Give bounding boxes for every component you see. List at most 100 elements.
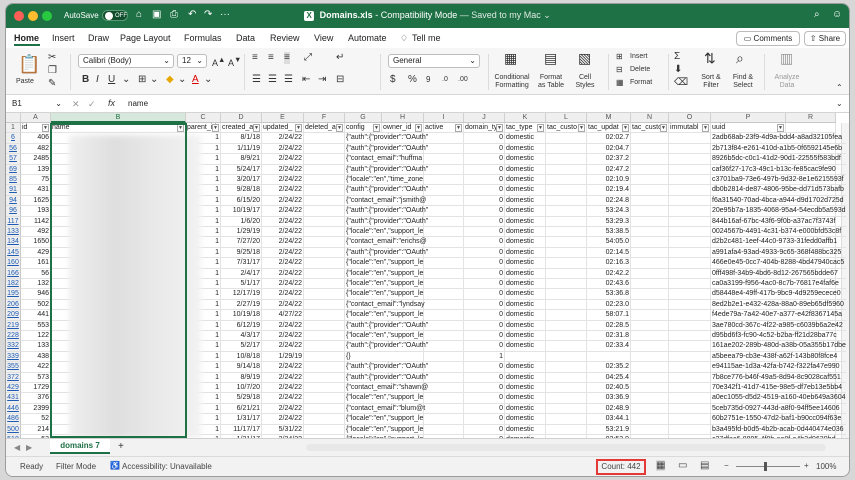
table-cell[interactable]: [546, 424, 587, 435]
row-header[interactable]: 486: [6, 414, 21, 425]
table-cell[interactable]: domestic: [505, 227, 546, 238]
filter-dropdown-icon[interactable]: ▼: [253, 124, 260, 132]
increase-indent-icon[interactable]: ⇥: [318, 74, 326, 86]
table-cell[interactable]: [669, 279, 711, 290]
table-cell[interactable]: 5/1/17: [221, 279, 262, 290]
table-cell[interactable]: domestic: [505, 154, 546, 165]
tab-draw[interactable]: Draw: [88, 33, 109, 43]
header-cell[interactable]: active ▼: [424, 123, 464, 134]
table-cell[interactable]: 161: [21, 258, 51, 269]
filter-dropdown-icon[interactable]: ▼: [212, 124, 219, 132]
table-cell[interactable]: 193: [21, 206, 51, 217]
table-cell[interactable]: 10/19/18: [221, 310, 262, 321]
table-cell[interactable]: 02:48.9: [587, 403, 631, 415]
normal-view-icon[interactable]: ▦: [656, 460, 666, 471]
table-cell[interactable]: 02:42.2: [587, 268, 631, 279]
table-cell[interactable]: [669, 331, 711, 342]
table-cell[interactable]: [546, 216, 587, 227]
table-cell[interactable]: [546, 372, 587, 383]
format-as-table-button[interactable]: Format as Table: [534, 74, 568, 90]
table-cell[interactable]: [669, 424, 711, 435]
table-cell[interactable]: [546, 331, 587, 342]
table-cell[interactable]: 20e95b7a-1835-4068-95a4-54ecdb5a593d: [711, 206, 846, 217]
column-header-k[interactable]: K: [505, 113, 546, 123]
table-cell[interactable]: 02:35.2: [587, 362, 631, 373]
filter-dropdown-icon[interactable]: ▼: [537, 124, 544, 132]
table-cell[interactable]: {"auth":{"provider":"OAuth": [345, 133, 460, 144]
table-cell[interactable]: 3/20/17: [221, 175, 262, 186]
table-cell[interactable]: [546, 185, 587, 196]
table-cell[interactable]: 53:21.9: [587, 424, 631, 435]
table-cell[interactable]: 553: [21, 320, 51, 331]
table-cell[interactable]: 53:24.3: [587, 206, 631, 217]
table-cell[interactable]: 9/14/18: [221, 362, 262, 373]
borders-icon[interactable]: ⊞: [138, 74, 146, 86]
format-cells-button[interactable]: Format: [630, 79, 652, 87]
table-cell[interactable]: [587, 351, 631, 363]
table-cell[interactable]: 2/24/22: [262, 206, 304, 217]
filter-dropdown-icon[interactable]: ▼: [496, 124, 503, 132]
cell-styles-button[interactable]: Cell Styles: [570, 74, 600, 90]
formula-input[interactable]: name: [128, 99, 148, 108]
table-cell[interactable]: [546, 154, 587, 165]
table-cell[interactable]: {"auth":{"provider":"OAuth": [345, 362, 460, 373]
row-header[interactable]: 134: [6, 237, 21, 248]
table-cell[interactable]: domestic: [505, 185, 546, 196]
column-header-b[interactable]: B: [51, 113, 186, 123]
find-select-button[interactable]: Find & Select: [728, 74, 758, 90]
table-cell[interactable]: [546, 403, 587, 415]
table-cell[interactable]: 9/28/18: [221, 185, 262, 196]
table-cell[interactable]: 2/24/22: [262, 216, 304, 227]
table-cell[interactable]: [669, 383, 711, 394]
table-cell[interactable]: a5beea79-cb3e-438f-a62f-143b80f8fce4: [711, 352, 846, 363]
font-size-dropdown[interactable]: 12 ⌄: [177, 54, 207, 68]
sheet-tab-domains-7[interactable]: domains 7: [50, 439, 110, 454]
column-header-a[interactable]: A: [21, 113, 51, 123]
fill-icon[interactable]: ⬇: [674, 64, 682, 76]
table-cell[interactable]: 2/24/22: [262, 279, 304, 290]
table-cell[interactable]: [669, 247, 711, 259]
table-cell[interactable]: 2/24/22: [262, 372, 304, 383]
table-cell[interactable]: 10/19/17: [221, 206, 262, 217]
table-cell[interactable]: 02:16.3: [587, 258, 631, 269]
row-header[interactable]: 85: [6, 175, 21, 186]
orientation-icon[interactable]: ⤢: [304, 52, 312, 64]
table-cell[interactable]: 02:40.5: [587, 383, 631, 394]
format-as-table-icon[interactable]: ▤: [544, 51, 557, 65]
horizontal-scrollbar[interactable]: [306, 444, 826, 451]
spreadsheet-grid[interactable]: ABCDEFGHIJKLMNOPR 1 id ▼ name ▼ parent_id ▼ cre…: [6, 113, 849, 438]
table-cell[interactable]: 1/31/17: [221, 414, 262, 425]
table-cell[interactable]: [631, 341, 669, 352]
table-cell[interactable]: [304, 403, 345, 415]
table-cell[interactable]: [546, 383, 587, 394]
clipboard-icon[interactable]: 📋: [18, 54, 40, 74]
italic-icon[interactable]: I: [96, 74, 99, 86]
table-cell[interactable]: [669, 403, 711, 415]
row-header[interactable]: 209: [6, 310, 21, 321]
table-cell[interactable]: 7/31/17: [221, 258, 262, 269]
table-cell[interactable]: [669, 351, 711, 363]
table-cell[interactable]: [505, 351, 546, 363]
table-cell[interactable]: [304, 195, 345, 207]
tab-formulas[interactable]: Formulas: [184, 33, 222, 43]
table-cell[interactable]: caf36f27-17c3-49c1-b13c-fe85cac9fe90: [711, 165, 846, 175]
row-header[interactable]: 431: [6, 393, 21, 404]
increase-decimal-icon[interactable]: .0: [442, 74, 448, 86]
table-cell[interactable]: 03:36.9: [587, 393, 631, 404]
table-cell[interactable]: 0: [464, 206, 505, 217]
table-cell[interactable]: [631, 403, 669, 415]
page-layout-view-icon[interactable]: ▭: [678, 460, 687, 471]
table-cell[interactable]: 2/24/22: [262, 403, 304, 415]
row-header[interactable]: 1: [6, 123, 21, 134]
table-cell[interactable]: 02:24.8: [587, 195, 631, 207]
table-cell[interactable]: 946: [21, 289, 51, 300]
table-cell[interactable]: 0: [464, 341, 505, 352]
clear-icon[interactable]: ⌫: [674, 77, 688, 89]
table-cell[interactable]: f4ede79a-7a42-40e7-a377-e42f8367145a: [711, 310, 846, 321]
table-cell[interactable]: domestic: [505, 341, 546, 352]
zoom-out-icon[interactable]: −: [724, 461, 729, 470]
table-cell[interactable]: domestic: [505, 299, 546, 311]
table-cell[interactable]: 6/15/20: [221, 195, 262, 207]
table-cell[interactable]: {"auth":{"provider":"OAuth": [345, 373, 460, 383]
table-cell[interactable]: a0ec1055-d5d2-4519-a160-40eb649a3604: [711, 393, 846, 404]
